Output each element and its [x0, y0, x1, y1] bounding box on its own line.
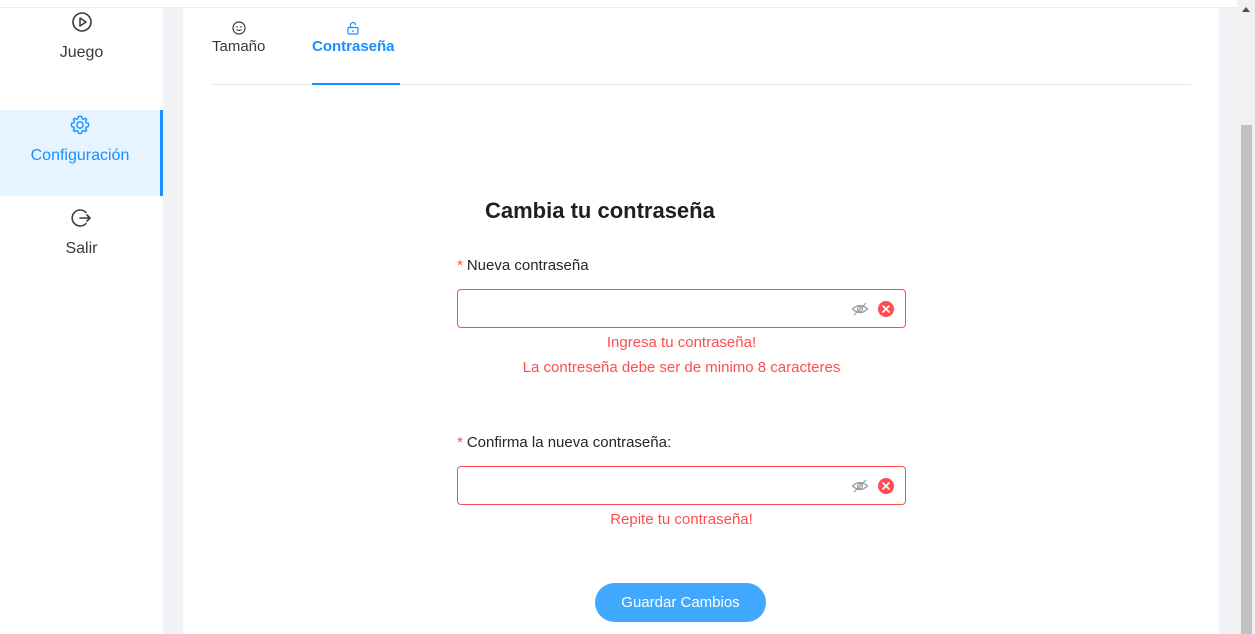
sidebar-item-label: Configuración	[30, 147, 130, 164]
sidebar-item-label: Salir	[65, 240, 98, 257]
sidebar-item-salir[interactable]: Salir	[0, 206, 163, 276]
top-border	[0, 0, 1237, 8]
unlock-icon	[346, 20, 360, 36]
new-password-label: * Nueva contraseña	[457, 257, 589, 274]
main-content: Tamaño Contraseña Cambia tu contraseña *…	[183, 8, 1219, 634]
scrollbar-thumb[interactable]	[1241, 125, 1252, 634]
eye-invisible-icon[interactable]	[851, 478, 869, 494]
confirm-password-label-text: Confirma la nueva contraseña:	[466, 434, 672, 451]
smile-icon	[232, 20, 246, 36]
layout-gutter-right	[1219, 8, 1237, 634]
clear-icon[interactable]	[878, 478, 894, 494]
new-password-length-error: La contreseña debe ser de minimo 8 carac…	[522, 359, 841, 376]
confirm-password-label: * Confirma la nueva contraseña:	[457, 434, 671, 451]
sidebar-item-configuracion[interactable]: Configuración	[0, 110, 163, 196]
vertical-scrollbar[interactable]	[1237, 0, 1255, 634]
tab-label: Contraseña	[312, 38, 395, 55]
gear-icon	[69, 113, 91, 137]
logout-icon	[70, 206, 93, 230]
tab-label: Tamaño	[212, 38, 266, 55]
confirm-password-field[interactable]	[457, 466, 906, 505]
confirm-password-error: Repite tu contraseña!	[610, 511, 753, 528]
page-title: Cambia tu contraseña	[485, 198, 715, 223]
tab-tamano[interactable]: Tamaño	[212, 20, 265, 55]
save-button[interactable]: Guardar Cambios	[595, 583, 766, 622]
tab-bar: Tamaño Contraseña	[212, 8, 1191, 85]
scroll-up-arrow-icon[interactable]	[1237, 0, 1255, 17]
active-tab-indicator	[312, 83, 400, 85]
new-password-error: Ingresa tu contraseña!	[606, 334, 757, 351]
layout-gutter	[163, 8, 183, 634]
eye-invisible-icon[interactable]	[851, 301, 869, 317]
tab-contrasena[interactable]: Contraseña	[312, 20, 395, 55]
new-password-field[interactable]	[457, 289, 906, 328]
sidebar-item-label: Juego	[59, 44, 104, 61]
required-mark: *	[457, 257, 463, 274]
clear-icon[interactable]	[878, 301, 894, 317]
new-password-label-text: Nueva contraseña	[466, 257, 589, 274]
sidebar: Juego Configuración Salir	[0, 8, 163, 634]
play-circle-icon	[71, 10, 93, 34]
required-mark: *	[457, 434, 463, 451]
sidebar-item-juego[interactable]: Juego	[0, 10, 163, 102]
